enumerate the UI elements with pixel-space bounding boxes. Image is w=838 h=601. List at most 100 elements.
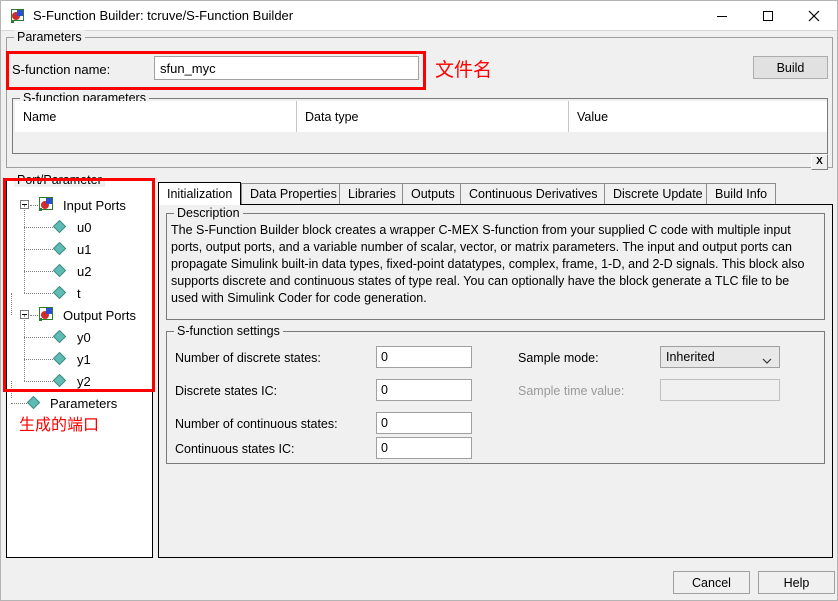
column-header-name[interactable]: Name [15, 101, 297, 132]
sfunction-parameters-group: S-function parameters Name Data type Val… [12, 91, 828, 154]
column-header-value[interactable]: Value [569, 101, 827, 132]
tab-outputs[interactable]: Outputs [402, 183, 464, 204]
tab-libraries[interactable]: Libraries [339, 183, 405, 204]
tree-connector [24, 227, 25, 249]
simulink-block-icon [10, 8, 26, 24]
close-icon [808, 10, 820, 21]
port-diamond-icon [52, 241, 67, 256]
tab-discrete-update[interactable]: Discrete Update [604, 183, 712, 204]
port-diamond-icon [52, 351, 67, 366]
sample-time-value-label: Sample time value: [518, 384, 625, 398]
tree-item-output-ports[interactable]: Output Ports [7, 293, 152, 326]
generated-ports-annotation: 生成的端口 [19, 415, 100, 434]
sample-time-value-input [660, 379, 780, 401]
num-continuous-states-input[interactable] [376, 412, 472, 434]
num-discrete-states-label: Number of discrete states: [175, 351, 321, 365]
maximize-button[interactable] [745, 1, 791, 30]
port-parameter-tree: Input Ports u0 u1 u2 t Output Ports y0 y… [7, 194, 152, 414]
description-group: Description The S-Function Builder block… [166, 206, 825, 320]
sample-mode-dropdown[interactable]: Inherited [660, 346, 780, 368]
tree-item-label: u0 [77, 219, 92, 235]
block-icon [39, 307, 55, 322]
tree-item-u1[interactable]: u1 [7, 227, 152, 260]
continuous-states-ic-label: Continuous states IC: [175, 442, 295, 456]
description-legend: Description [174, 206, 243, 220]
continuous-states-ic-input[interactable] [376, 437, 472, 459]
port-diamond-icon [52, 219, 67, 234]
port-parameter-panel: Port/Parameter Input Ports u0 u1 u2 t Ou… [6, 173, 153, 558]
close-button[interactable] [791, 1, 837, 30]
sfunction-name-label: S-function name: [12, 62, 111, 77]
tree-connector [24, 359, 25, 381]
sfunction-parameters-table: Name Data type Value [15, 101, 827, 152]
tree-connector [30, 205, 38, 206]
tree-item-u0[interactable]: u0 [7, 205, 152, 238]
parameters-group-legend: Parameters [14, 30, 85, 44]
build-button[interactable]: Build [753, 56, 828, 79]
tree-connector [24, 337, 53, 338]
tree-connector [11, 403, 27, 404]
s-function-builder-window: S-Function Builder: tcruve/S-Function Bu… [0, 0, 838, 601]
block-icon [39, 197, 55, 212]
tree-connector [24, 249, 25, 271]
tab-continuous-derivatives[interactable]: Continuous Derivatives [460, 183, 607, 204]
tree-item-label: y1 [77, 351, 91, 367]
tree-connector [24, 227, 53, 228]
port-diamond-icon [52, 329, 67, 344]
close-parameters-table-button[interactable]: X [811, 154, 828, 170]
title-bar: S-Function Builder: tcruve/S-Function Bu… [1, 1, 837, 31]
minimize-button[interactable] [699, 1, 745, 30]
filename-annotation: 文件名 [435, 59, 493, 81]
port-parameter-legend: Port/Parameter [14, 173, 105, 187]
tree-connector [11, 381, 12, 398]
tree-connector [24, 359, 53, 360]
tree-item-label: y0 [77, 329, 91, 345]
tree-item-label: Input Ports [63, 197, 126, 213]
tree-item-y1[interactable]: y1 [7, 337, 152, 370]
table-header-row: Name Data type Value [15, 101, 827, 132]
tab-data-properties[interactable]: Data Properties [241, 183, 346, 204]
sfunction-settings-legend: S-function settings [174, 324, 283, 338]
tab-build-info[interactable]: Build Info [706, 183, 777, 204]
chevron-down-icon [762, 354, 772, 368]
tree-connector [30, 315, 38, 316]
help-button[interactable]: Help [758, 571, 835, 594]
tree-connector [24, 271, 25, 293]
tree-item-input-ports[interactable]: Input Ports [7, 194, 152, 216]
tree-item-label: y2 [77, 373, 91, 389]
tree-connector [24, 293, 53, 294]
sample-mode-value: Inherited [666, 350, 715, 364]
tree-connector [24, 249, 53, 250]
tree-item-u2[interactable]: u2 [7, 249, 152, 282]
port-diamond-icon [52, 373, 67, 388]
num-discrete-states-input[interactable] [376, 346, 472, 368]
sfunction-settings-group: S-function settings Number of discrete s… [166, 324, 825, 464]
tree-connector [24, 271, 53, 272]
window-title: S-Function Builder: tcruve/S-Function Bu… [33, 8, 294, 23]
port-diamond-icon [52, 263, 67, 278]
port-diamond-icon [26, 395, 41, 410]
tree-item-y2[interactable]: y2 [7, 359, 152, 392]
discrete-states-ic-label: Discrete states IC: [175, 384, 278, 398]
tree-connector [24, 205, 25, 227]
tree-connector [24, 337, 25, 359]
column-header-data-type[interactable]: Data type [297, 101, 569, 132]
cancel-button[interactable]: Cancel [673, 571, 750, 594]
sample-mode-label: Sample mode: [518, 351, 599, 365]
tree-item-label: t [77, 285, 81, 301]
discrete-states-ic-input[interactable] [376, 379, 472, 401]
minimize-icon [717, 15, 727, 17]
tab-initialization[interactable]: Initialization [158, 182, 242, 205]
description-text: The S-Function Builder block creates a w… [171, 223, 805, 305]
tree-item-label: Parameters [50, 395, 118, 411]
sfunction-name-input[interactable] [154, 56, 419, 80]
tree-item-label: Output Ports [63, 307, 136, 323]
num-continuous-states-label: Number of continuous states: [175, 417, 338, 431]
tree-item-label: u2 [77, 263, 92, 279]
port-diamond-icon [52, 285, 67, 300]
tree-item-t[interactable]: t [7, 271, 152, 304]
maximize-icon [763, 10, 773, 21]
tree-item-y0[interactable]: y0 [7, 315, 152, 348]
tree-item-label: u1 [77, 241, 92, 257]
tree-connector [24, 315, 25, 337]
